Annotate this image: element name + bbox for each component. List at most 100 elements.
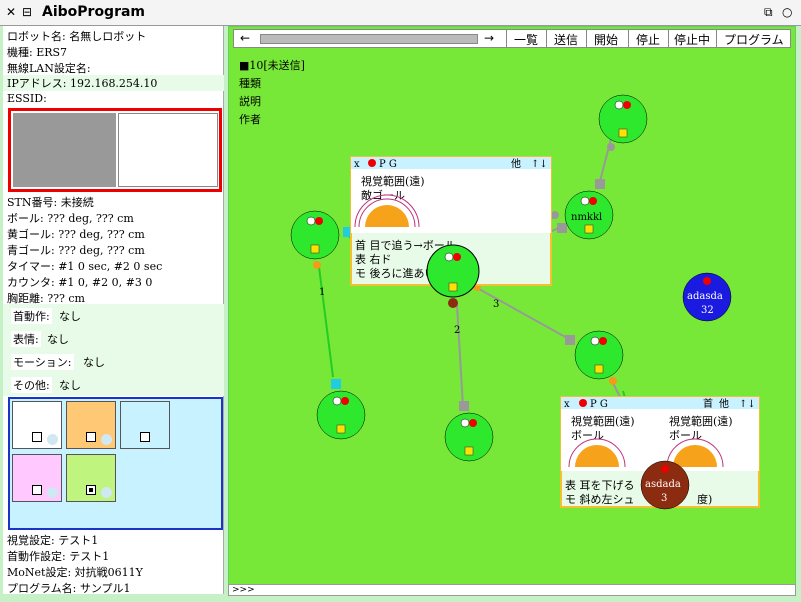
close-icon[interactable]: ✕ <box>6 4 16 20</box>
camera-image-secondary <box>118 113 218 187</box>
monet-setting: MoNet設定: 対抗戦0611Y <box>7 566 143 579</box>
robot-model: 機種: ERS7 <box>7 46 68 59</box>
program-canvas[interactable]: ← → 一覧 送信 開始 停止 停止中 プログラム ■10[未送信] 種類 説明… <box>228 26 796 594</box>
status-blue-goal: 青ゴール: ??? deg, ??? cm <box>7 244 145 257</box>
state-node <box>444 412 494 462</box>
status-timer: タイマー: #1 0 sec, #2 0 sec <box>7 260 163 273</box>
tile-square-icon <box>32 432 42 442</box>
motion-value[interactable]: なし <box>83 354 105 370</box>
panel2-pg-label: P G <box>590 399 608 410</box>
panel2-line2: モ 斜め左シュ <box>565 493 635 506</box>
edge-label-5: 1 <box>319 287 325 298</box>
panel2-record-icon <box>579 399 587 407</box>
robot-info-panel: ロボット名: 名無しロボット 機種: ERS7 無線LAN設定名: IPアドレス… <box>3 26 224 595</box>
motion-panel: 首動作: なし 表情: なし モーション: なし その他: なし <box>3 304 224 396</box>
state-node-nmkkl: nmkkl <box>564 190 614 240</box>
palette-tile-orange[interactable] <box>66 401 116 449</box>
state-node <box>290 210 340 260</box>
tile-dot-icon <box>101 434 112 445</box>
graph-edge <box>478 288 570 340</box>
camera-view <box>8 108 222 192</box>
robot-lan: 無線LAN設定名: <box>7 62 91 75</box>
node-label-nmkkl: nmkkl <box>571 212 602 223</box>
panel1-close-icon: x <box>354 159 360 170</box>
state-palette <box>8 397 223 530</box>
neck-motion-value[interactable]: なし <box>59 308 81 324</box>
node-label-adasda-number: 32 <box>701 305 714 316</box>
status-counter: カウンタ: #1 0, #2 0, #3 0 <box>7 276 153 289</box>
palette-tile-white[interactable] <box>12 401 62 449</box>
state-graph: 1 2 3 4 1 x P G 他 ↑↓ 視覚範囲(遠) 敵ゴール 首 目で追う… <box>290 94 760 510</box>
edge-marker-cyan <box>331 379 341 389</box>
palette-tile-pink[interactable] <box>12 454 62 502</box>
edge-dot-brown <box>448 298 458 308</box>
panel1-other-label: 他 <box>511 157 521 170</box>
tile-dot-icon <box>47 487 58 498</box>
neck-motion-label: 首動作: <box>11 308 52 324</box>
camera-image <box>13 113 116 187</box>
node-label-adasda: adasda <box>687 291 723 302</box>
edge-dot-orange <box>313 261 321 269</box>
window-circle-icon[interactable]: ○ <box>782 4 792 20</box>
palette-tile-cyan[interactable] <box>120 401 170 449</box>
neck-setting: 首動作設定: テスト1 <box>7 550 110 563</box>
edge-marker <box>459 401 469 411</box>
node-label-asdada-number: 3 <box>661 493 667 504</box>
status-ball: ボール: ??? deg, ??? cm <box>7 212 134 225</box>
other-label: その他: <box>11 377 52 393</box>
vision-setting: 視覚設定: テスト1 <box>7 534 99 547</box>
window-title: AiboProgram <box>42 4 146 20</box>
state-node-adasda: adasda 32 <box>682 272 732 322</box>
state-node-current <box>426 244 480 298</box>
panel2-line2-tail: 度) <box>697 492 712 506</box>
state-node-asdada: asdada 3 <box>640 460 690 510</box>
state-node <box>316 390 366 440</box>
panel1-arrows-icon: ↑↓ <box>531 159 548 170</box>
motion-label: モーション: <box>11 354 74 370</box>
edge-dot <box>607 143 615 151</box>
state-node <box>598 94 648 144</box>
tile-dot-icon <box>47 434 58 445</box>
node-label-asdada: asdada <box>645 479 681 490</box>
palette-tile-green[interactable] <box>66 454 116 502</box>
state-node <box>574 330 624 380</box>
tile-square-icon <box>140 432 150 442</box>
tile-square-icon <box>32 485 42 495</box>
program-setting: プログラム名: サンプル1 <box>7 582 131 595</box>
panel1-line2: 表 右ド <box>355 252 392 266</box>
edge-dot <box>551 211 559 219</box>
panel1-view-label: 視覚範囲(遠) <box>361 174 425 188</box>
edge-dot-orange <box>609 377 617 385</box>
edge-label-2: 2 <box>454 325 460 336</box>
title-bar: ✕ ⊟ AiboProgram ⧉ ○ <box>0 0 801 26</box>
collapse-icon[interactable]: ⧉ <box>764 4 773 20</box>
menu-icon[interactable]: ⊟ <box>22 4 32 20</box>
panel2-view2-label: 視覚範囲(遠) <box>669 414 733 428</box>
panel2-other-label: 他 <box>719 397 729 410</box>
expression-label: 表情: <box>11 331 41 347</box>
panel2-close-icon: x <box>564 399 570 410</box>
panel1-record-icon <box>368 159 376 167</box>
robot-essid[interactable]: ESSID: <box>7 92 47 105</box>
panel2-view1-label: 視覚範囲(遠) <box>571 414 635 428</box>
panel1-pg-label: P G <box>379 159 397 170</box>
panel2-neck-label: 首 <box>703 397 713 410</box>
status-stn: STN番号: 未接続 <box>7 196 94 209</box>
edge-marker <box>565 335 575 345</box>
status-yellow-goal: 黄ゴール: ??? deg, ??? cm <box>7 228 145 241</box>
tile-dot-icon <box>101 487 112 498</box>
panel2-line1: 表 耳を下げる <box>565 478 635 492</box>
console-bar[interactable]: >>> <box>228 584 796 596</box>
robot-name: ロボット名: 名無しロボット <box>7 30 147 43</box>
edge-marker <box>557 223 567 233</box>
expression-value[interactable]: なし <box>47 331 69 347</box>
graph-edge-active <box>318 266 334 378</box>
robot-ip[interactable]: IPアドレス: 192.168.254.10 <box>3 75 224 91</box>
tile-filled-square-icon <box>86 485 96 495</box>
tile-square-icon <box>86 432 96 442</box>
panel2-arrows-icon: ↑↓ <box>739 399 756 410</box>
edge-label-3: 3 <box>493 299 499 310</box>
other-value[interactable]: なし <box>59 377 81 393</box>
edge-marker <box>595 179 605 189</box>
console-prompt: >>> <box>232 585 255 595</box>
